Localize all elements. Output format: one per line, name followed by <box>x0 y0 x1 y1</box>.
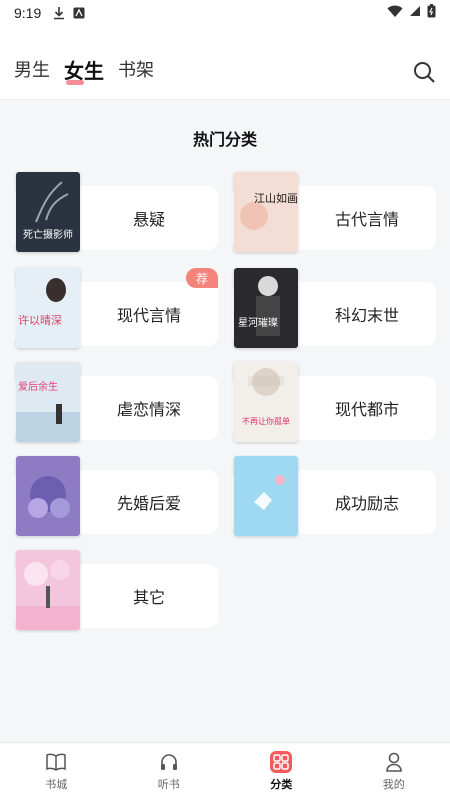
category-label: 成功励志 <box>334 494 399 513</box>
book-cover <box>16 456 80 536</box>
nav-label: 分类 <box>270 778 293 791</box>
nav-label: 听书 <box>157 778 180 791</box>
book-cover: 江山如画 <box>234 172 298 252</box>
headphones-icon <box>158 751 180 773</box>
book-cover: 不再让你孤单 <box>234 362 298 442</box>
cover-title: 死亡摄影师 <box>23 228 73 241</box>
wifi-icon <box>387 5 403 22</box>
category-card-tragic-romance[interactable]: 爱后余生 虐恋情深 <box>14 362 218 444</box>
status-bar: 9:19 <box>0 0 450 26</box>
nav-audiobooks[interactable]: 听书 <box>113 743 226 800</box>
book-icon <box>45 751 67 773</box>
book-cover: 许以晴深 <box>16 268 80 348</box>
tab-male[interactable]: 男生 <box>14 60 50 82</box>
category-label: 现代都市 <box>334 400 399 419</box>
bottom-nav: 书城 听书 分类 我的 <box>0 742 450 800</box>
user-icon <box>383 751 405 773</box>
cover-title: 许以晴深 <box>18 314 62 327</box>
book-cover: 爱后余生 <box>16 362 80 442</box>
category-label: 科幻末世 <box>334 306 399 325</box>
top-bar: 男生 女生 书架 <box>0 26 450 100</box>
category-card-modern-romance[interactable]: 许以晴深 现代言情 荐 <box>14 268 218 350</box>
category-label: 悬疑 <box>132 210 165 229</box>
book-cover: 星河璀璨 <box>234 268 298 348</box>
category-label: 古代言情 <box>334 210 399 229</box>
nav-label: 书城 <box>45 778 68 791</box>
category-label: 现代言情 <box>116 306 181 325</box>
category-card-success[interactable]: 成功励志 <box>232 456 436 538</box>
download-icon <box>53 6 65 20</box>
app-notification-icon <box>73 7 85 19</box>
cover-title: 江山如画 <box>254 191 298 205</box>
tab-bookshelf[interactable]: 书架 <box>118 60 154 82</box>
category-card-scifi[interactable]: 星河璀璨 科幻末世 <box>232 268 436 350</box>
section-title: 热门分类 <box>192 130 257 149</box>
nav-bookstore[interactable]: 书城 <box>0 743 113 800</box>
signal-icon <box>409 5 421 21</box>
category-label: 其它 <box>132 588 165 607</box>
category-card-urban[interactable]: 不再让你孤单 现代都市 <box>232 362 436 444</box>
category-card-suspense[interactable]: 死亡摄影师 悬疑 <box>14 172 218 254</box>
cover-title: 星河璀璨 <box>238 316 278 329</box>
tab-female[interactable]: 女生 <box>64 60 104 85</box>
recommend-badge: 荐 <box>186 268 218 288</box>
grid-icon <box>270 751 293 773</box>
category-card-marriage-first[interactable]: 先婚后爱 <box>14 456 218 538</box>
search-icon[interactable] <box>412 60 436 84</box>
nav-categories[interactable]: 分类 <box>225 743 338 800</box>
nav-label: 我的 <box>382 778 405 791</box>
category-card-ancient-romance[interactable]: 江山如画 古代言情 <box>232 172 436 254</box>
book-cover <box>16 550 80 630</box>
cover-title: 不再让你孤单 <box>242 416 290 426</box>
battery-icon <box>427 4 436 22</box>
nav-profile[interactable]: 我的 <box>338 743 450 800</box>
status-time: 9:19 <box>14 5 42 21</box>
book-cover <box>234 456 298 536</box>
category-card-other[interactable]: 其它 <box>14 550 218 632</box>
category-label: 虐恋情深 <box>116 400 181 419</box>
channel-tabs: 男生 女生 书架 <box>14 60 154 85</box>
category-label: 先婚后爱 <box>116 494 181 513</box>
book-cover: 死亡摄影师 <box>16 172 80 252</box>
cover-title: 爱后余生 <box>18 380 58 393</box>
